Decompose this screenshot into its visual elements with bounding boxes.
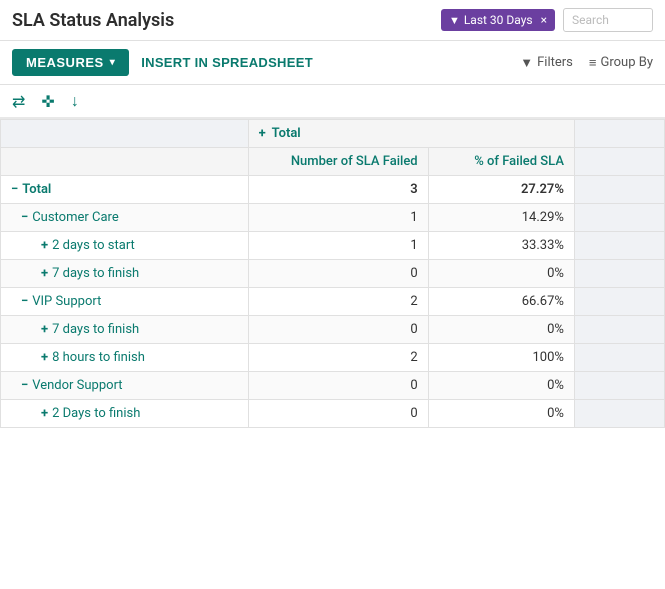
measures-chevron-icon: ▾ xyxy=(110,57,116,68)
filters-button[interactable]: ▼ Filters xyxy=(520,55,573,71)
table-row: −Customer Care114.29% xyxy=(1,204,665,232)
collapse-minus-icon[interactable]: − xyxy=(11,182,18,197)
filters-label: Filters xyxy=(537,55,573,70)
col2-value: 0% xyxy=(428,400,574,428)
trailing-empty-cell xyxy=(574,316,664,344)
filter-chip[interactable]: ▼ Last 30 Days × xyxy=(441,9,555,31)
col1-value: 0 xyxy=(248,372,428,400)
trailing-empty-cell xyxy=(574,372,664,400)
col1-value: 0 xyxy=(248,400,428,428)
row-label-cell: +7 days to finish xyxy=(1,316,249,344)
row-label-text: Customer Care xyxy=(32,210,119,225)
trailing-empty-cell xyxy=(574,288,664,316)
trailing-empty-cell xyxy=(574,176,664,204)
col-group-expand-icon[interactable]: + xyxy=(259,126,266,141)
expand-plus-icon[interactable]: + xyxy=(41,322,48,337)
trailing-empty-cell xyxy=(574,344,664,372)
col1-header: Number of SLA Failed xyxy=(248,148,428,176)
insert-spreadsheet-button[interactable]: INSERT IN SPREADSHEET xyxy=(141,55,313,70)
row-label-text: 7 days to finish xyxy=(52,266,139,281)
col2-value: 0% xyxy=(428,260,574,288)
col2-value: 0% xyxy=(428,372,574,400)
row-label-text: 2 days to start xyxy=(52,238,135,253)
trailing-empty-header xyxy=(574,120,664,148)
move-icon[interactable]: ✜ xyxy=(41,92,54,111)
top-bar: SLA Status Analysis ▼ Last 30 Days × Sea… xyxy=(0,0,665,41)
expand-plus-icon[interactable]: + xyxy=(41,350,48,365)
row-header-empty xyxy=(1,120,249,148)
col1-value: 0 xyxy=(248,260,428,288)
search-placeholder: Search xyxy=(572,13,609,27)
row-label-cell: +2 Days to finish xyxy=(1,400,249,428)
table-row: +7 days to finish00% xyxy=(1,316,665,344)
row-label-text: 2 Days to finish xyxy=(52,406,140,421)
group-by-icon: ≡ xyxy=(589,55,597,71)
col2-value: 14.29% xyxy=(428,204,574,232)
group-by-label: Group By xyxy=(601,55,654,70)
row-label-header xyxy=(1,148,249,176)
col1-value: 1 xyxy=(248,232,428,260)
collapse-minus-icon[interactable]: − xyxy=(21,294,28,309)
col2-header: % of Failed SLA xyxy=(428,148,574,176)
col1-value: 1 xyxy=(248,204,428,232)
pivot-table: + Total Number of SLA Failed % of Failed… xyxy=(0,119,665,428)
trailing-empty-cell xyxy=(574,400,664,428)
group-by-button[interactable]: ≡ Group By xyxy=(589,55,653,71)
row-label-text: Total xyxy=(22,182,51,197)
trailing-empty-cell xyxy=(574,232,664,260)
table-row: −Total327.27% xyxy=(1,176,665,204)
search-box[interactable]: Search xyxy=(563,8,653,32)
col1-value: 2 xyxy=(248,288,428,316)
row-label-cell: +7 days to finish xyxy=(1,260,249,288)
filter-chip-label: Last 30 Days xyxy=(464,13,533,27)
expand-plus-icon[interactable]: + xyxy=(41,266,48,281)
page-title: SLA Status Analysis xyxy=(12,10,433,31)
col2-value: 27.27% xyxy=(428,176,574,204)
col2-value: 66.67% xyxy=(428,288,574,316)
col-group-label: Total xyxy=(272,126,301,141)
col-group-header: + Total xyxy=(248,120,574,148)
col1-value: 0 xyxy=(248,316,428,344)
table-row: +8 hours to finish2100% xyxy=(1,344,665,372)
row-label-cell: −VIP Support xyxy=(1,288,249,316)
collapse-minus-icon[interactable]: − xyxy=(21,210,28,225)
measures-label: MEASURES xyxy=(26,55,104,70)
icon-bar: ⇄ ✜ ↓ xyxy=(0,85,665,119)
col2-value: 0% xyxy=(428,316,574,344)
expand-plus-icon[interactable]: + xyxy=(41,406,48,421)
transfer-icon[interactable]: ⇄ xyxy=(12,92,25,111)
row-label-cell: +8 hours to finish xyxy=(1,344,249,372)
row-label-cell: +2 days to start xyxy=(1,232,249,260)
table-row: +2 Days to finish00% xyxy=(1,400,665,428)
toolbar-right-actions: ▼ Filters ≡ Group By xyxy=(520,55,653,71)
collapse-minus-icon[interactable]: − xyxy=(21,378,28,393)
toolbar: MEASURES ▾ INSERT IN SPREADSHEET ▼ Filte… xyxy=(0,41,665,85)
table-row: +7 days to finish00% xyxy=(1,260,665,288)
col1-value: 3 xyxy=(248,176,428,204)
row-label-cell: −Vendor Support xyxy=(1,372,249,400)
col2-value: 100% xyxy=(428,344,574,372)
row-label-text: 8 hours to finish xyxy=(52,350,145,365)
measures-button[interactable]: MEASURES ▾ xyxy=(12,49,129,76)
table-row: +2 days to start133.33% xyxy=(1,232,665,260)
filter-icon: ▼ xyxy=(520,55,533,71)
col2-value: 33.33% xyxy=(428,232,574,260)
trailing-empty-cell xyxy=(574,204,664,232)
row-label-cell: −Total xyxy=(1,176,249,204)
trailing-empty-header2 xyxy=(574,148,664,176)
row-label-text: 7 days to finish xyxy=(52,322,139,337)
trailing-empty-cell xyxy=(574,260,664,288)
row-label-text: VIP Support xyxy=(32,294,101,309)
expand-plus-icon[interactable]: + xyxy=(41,238,48,253)
download-icon[interactable]: ↓ xyxy=(71,91,79,111)
row-label-cell: −Customer Care xyxy=(1,204,249,232)
table-row: −Vendor Support00% xyxy=(1,372,665,400)
col1-value: 2 xyxy=(248,344,428,372)
table-row: −VIP Support266.67% xyxy=(1,288,665,316)
filter-chip-close[interactable]: × xyxy=(541,13,547,27)
funnel-icon: ▼ xyxy=(449,14,460,27)
row-label-text: Vendor Support xyxy=(32,378,122,393)
